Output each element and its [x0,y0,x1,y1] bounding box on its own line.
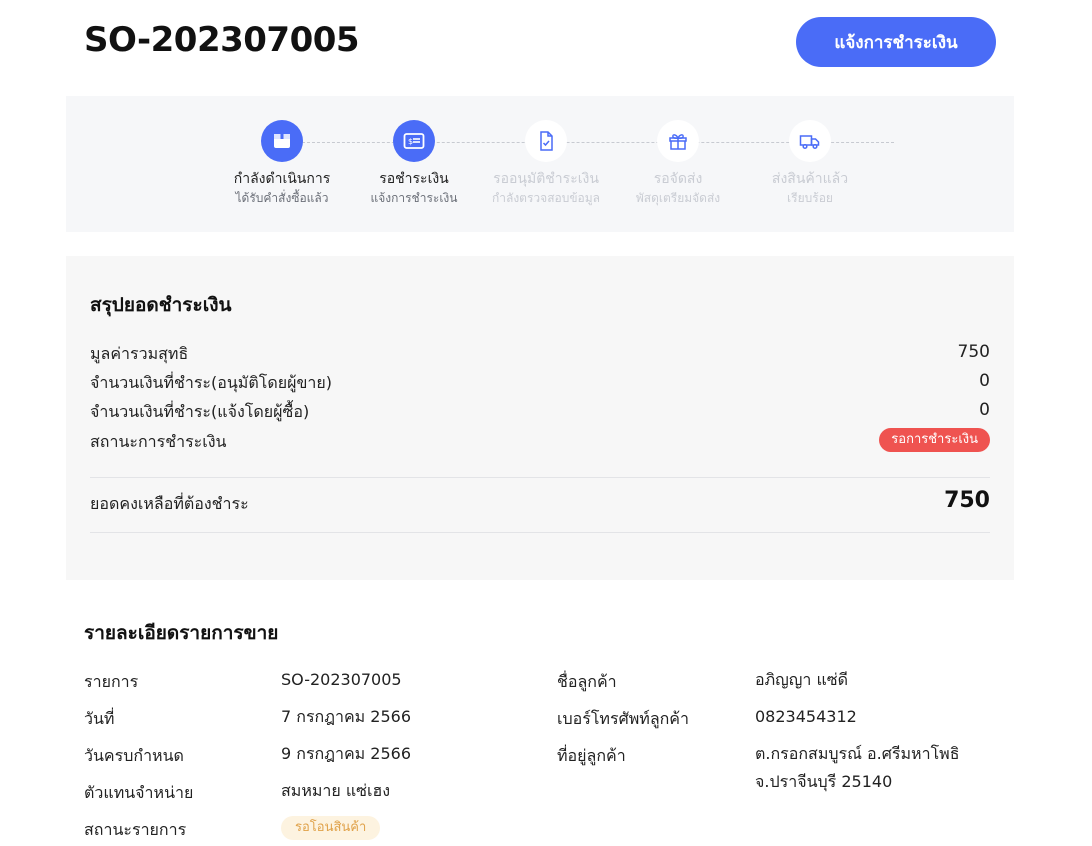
step-awaiting-payment: $ รอชำระเงิน แจ้งการชำระเงิน [344,120,484,206]
order-title: SO-202307005 [84,20,360,60]
agent-value: สมหมาย แซ่เฮง [281,781,391,800]
customer-address-line2: จ.ปราจีนบุรี 25140 [755,772,893,791]
step-subtitle: เรียบร้อย [787,191,833,205]
net-total-label: มูลค่ารวมสุทธิ [90,344,189,363]
balance-value: 750 [944,488,990,513]
step-awaiting-shipment: รอจัดส่ง พัสดุเตรียมจัดส่ง [608,120,748,206]
document-check-icon [525,120,567,162]
step-subtitle: ได้รับคำสั่งซื้อแล้ว [235,191,329,205]
balance-label: ยอดคงเหลือที่ต้องชำระ [90,494,249,513]
item-value: SO-202307005 [281,670,402,689]
paid-buyer-value: 0 [979,400,990,420]
order-status-badge: รอโอนสินค้า [281,816,381,840]
step-awaiting-approval: รออนุมัติชำระเงิน กำลังตรวจสอบข้อมูล [476,120,616,206]
payment-status-label: สถานะการชำระเงิน [90,432,227,451]
summary-divider [90,532,990,533]
agent-label: ตัวแทนจำหน่าย [84,783,194,802]
customer-address-label: ที่อยู่ลูกค้า [557,746,626,765]
customer-phone-label: เบอร์โทรศัพท์ลูกค้า [557,709,689,728]
customer-name-value: อภิญญา แซ่ดี [755,670,849,689]
item-label: รายการ [84,672,139,691]
paid-seller-value: 0 [979,371,990,391]
summary-divider [90,477,990,478]
step-processing: กำลังดำเนินการ ได้รับคำสั่งซื้อแล้ว [212,120,352,206]
svg-text:$: $ [408,137,413,146]
date-label: วันที่ [84,709,115,728]
paid-buyer-label: จำนวนเงินที่ชำระ(แจ้งโดยผู้ซื้อ) [90,402,310,421]
order-status-label: สถานะรายการ [84,820,187,839]
balance-row: ยอดคงเหลือที่ต้องชำระ 750 [90,488,990,516]
payment-status-badge: รอการชำระเงิน [879,428,990,452]
sale-details-heading: รายละเอียดรายการขาย [84,622,279,644]
net-total-row: มูลค่ารวมสุทธิ 750 [90,342,990,366]
step-delivered: ส่งสินค้าแล้ว เรียบร้อย [740,120,880,206]
step-title: ส่งสินค้าแล้ว [771,171,849,187]
step-title: รอจัดส่ง [653,171,703,187]
customer-name-label: ชื่อลูกค้า [557,672,617,691]
step-subtitle: กำลังตรวจสอบข้อมูล [491,191,601,205]
paid-buyer-row: จำนวนเงินที่ชำระ(แจ้งโดยผู้ซื้อ) 0 [90,400,990,424]
due-date-label: วันครบกำหนด [84,746,184,765]
step-subtitle: แจ้งการชำระเงิน [370,191,458,205]
box-icon [261,120,303,162]
customer-address-line1: ต.กรอกสมบูรณ์ อ.ศรีมหาโพธิ [755,744,960,763]
step-subtitle: พัสดุเตรียมจัดส่ง [635,191,721,205]
paid-seller-row: จำนวนเงินที่ชำระ(อนุมัติโดยผู้ขาย) 0 [90,371,990,395]
due-date-value: 9 กรกฎาคม 2566 [281,744,412,763]
gift-box-icon [657,120,699,162]
step-title: รอชำระเงิน [379,171,449,187]
step-title: รออนุมัติชำระเงิน [493,171,599,187]
money-card-icon: $ [393,120,435,162]
payment-summary-panel: สรุปยอดชำระเงิน มูลค่ารวมสุทธิ 750 จำนวน… [66,256,1014,580]
notify-payment-button[interactable]: แจ้งการชำระเงิน [796,17,996,67]
paid-seller-label: จำนวนเงินที่ชำระ(อนุมัติโดยผู้ขาย) [90,373,333,392]
customer-phone-value: 0823454312 [755,707,857,726]
step-title: กำลังดำเนินการ [233,171,331,187]
order-progress-stepper: กำลังดำเนินการ ได้รับคำสั่งซื้อแล้ว $ รอ… [66,96,1014,232]
payment-summary-heading: สรุปยอดชำระเงิน [90,294,232,316]
date-value: 7 กรกฎาคม 2566 [281,707,412,726]
net-total-value: 750 [957,342,990,362]
truck-icon [789,120,831,162]
payment-status-row: สถานะการชำระเงิน รอการชำระเงิน [90,428,990,454]
